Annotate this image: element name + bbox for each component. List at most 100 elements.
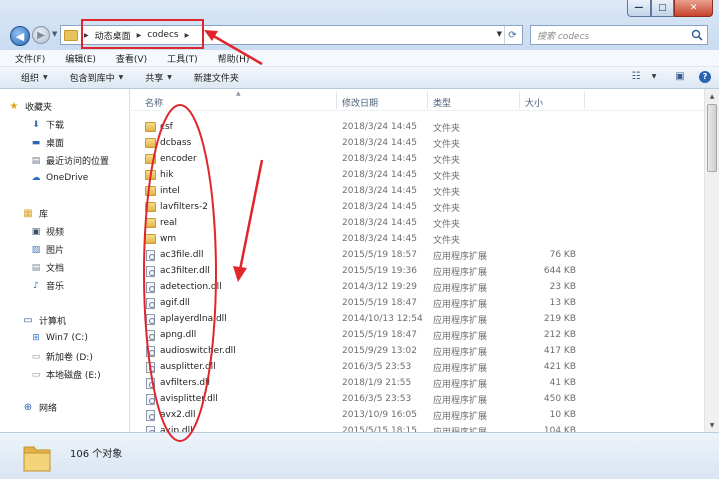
file-name-cell[interactable]: encoder [145,154,197,164]
table-row[interactable]: ac3file.dll 2015/5/19 18:57 应用程序扩展 76 KB [131,247,704,263]
recent-locations-button[interactable]: ▼ [52,30,57,38]
table-row[interactable]: agif.dll 2015/5/19 18:47 应用程序扩展 13 KB [131,295,704,311]
table-row[interactable]: audioswitcher.dll 2015/9/29 13:02 应用程序扩展 41… [131,343,704,359]
file-name-cell[interactable]: avfilters.dll [145,377,211,389]
nav-item-pictures[interactable]: ▨ 图片 [30,243,64,257]
nav-item-documents[interactable]: ▤ 文档 [30,261,64,275]
scroll-up-icon[interactable]: ▲ [705,89,719,103]
table-row[interactable]: apng.dll 2015/5/19 18:47 应用程序扩展 212 KB [131,327,704,343]
table-row[interactable]: real 2018/3/24 14:45 文件夹 [131,215,704,231]
nav-item-videos[interactable]: ▣ 视频 [30,225,65,239]
organize-button[interactable]: 组织 ▼ [21,71,48,84]
nav-item-drive-c[interactable]: ⊞ Win7 (C:) [30,332,88,343]
nav-item-drive-d[interactable]: ▭ 新加卷 (D:) [30,350,93,364]
file-date: 2018/3/24 14:45 [342,122,417,132]
chevron-down-icon: ▼ [167,74,172,81]
file-name-cell[interactable]: csf [145,122,173,132]
file-name-cell[interactable]: dcbass [145,138,191,148]
nav-item-label: 视频 [46,228,65,238]
file-size: 417 KB [543,346,576,356]
table-row[interactable]: adetection.dll 2014/3/12 19:29 应用程序扩展 23 KB [131,279,704,295]
view-options-icon[interactable]: ☷ [629,70,643,83]
file-name-cell[interactable]: ac3filter.dll [145,265,210,277]
forward-button[interactable]: ▶ [32,26,50,44]
scroll-down-icon[interactable]: ▼ [705,418,719,432]
menu-tools[interactable]: 工具(T) [154,52,205,65]
table-row[interactable]: csf 2018/3/24 14:45 文件夹 [131,119,704,135]
file-name-cell[interactable]: ac3file.dll [145,249,203,261]
search-input[interactable]: 搜索 codecs [530,25,708,45]
file-name-cell[interactable]: avx2.dll [145,409,195,421]
include-in-library-button[interactable]: 包含到库中 ▼ [70,71,124,84]
column-divider[interactable] [519,91,520,109]
folder-icon [145,138,156,148]
table-row[interactable]: aplayerdlna.dll 2014/10/13 12:54 应用程序扩展 219… [131,311,704,327]
file-name-cell[interactable]: apng.dll [145,329,196,341]
file-name-cell[interactable]: adetection.dll [145,281,222,293]
file-name-cell[interactable]: hik [145,170,173,180]
menu-help[interactable]: 帮助(H) [205,52,257,65]
file-name-cell[interactable]: ausplitter.dll [145,361,216,373]
menu-view[interactable]: 查看(V) [103,52,154,65]
vertical-scrollbar[interactable]: ▲ ▼ [704,89,719,432]
maximize-button[interactable]: □ [650,0,675,17]
nav-computer[interactable]: ▭ 计算机 [22,314,66,327]
nav-libraries[interactable]: ▦ 库 [22,207,48,220]
file-name-cell[interactable]: avisplitter.dll [145,393,218,405]
file-name: avfilters.dll [160,378,211,388]
file-name-cell[interactable]: agif.dll [145,297,190,309]
new-folder-button[interactable]: 新建文件夹 [194,71,239,84]
chevron-down-icon[interactable]: ▼ [647,70,661,83]
nav-network[interactable]: ⊕ 网络 [22,401,57,414]
column-header-type[interactable]: 类型 [433,96,451,109]
preview-pane-icon[interactable]: ▣ [673,70,687,83]
back-button[interactable]: ◀ [10,26,30,46]
file-name: real [160,218,178,228]
share-button[interactable]: 共享 ▼ [145,71,172,84]
minimize-button[interactable]: — [627,0,651,17]
table-row[interactable]: avfilters.dll 2018/1/9 21:55 应用程序扩展 41 KB [131,375,704,391]
column-divider[interactable] [336,91,337,109]
table-row[interactable]: avisplitter.dll 2016/3/5 23:53 应用程序扩展 450 K… [131,391,704,407]
table-row[interactable]: ac3filter.dll 2015/5/19 19:36 应用程序扩展 644 KB [131,263,704,279]
nav-item-music[interactable]: ♪ 音乐 [30,279,64,293]
table-row[interactable]: encoder 2018/3/24 14:45 文件夹 [131,151,704,167]
file-name-cell[interactable]: wm [145,234,176,244]
table-row[interactable]: intel 2018/3/24 14:45 文件夹 [131,183,704,199]
file-date: 2018/3/24 14:45 [342,138,417,148]
column-header-size[interactable]: 大小 [525,96,543,109]
dll-file-icon [146,249,155,261]
help-icon[interactable]: ? [699,70,711,83]
file-date: 2018/3/24 14:45 [342,186,417,196]
file-name-cell[interactable]: intel [145,186,180,196]
file-name-cell[interactable]: audioswitcher.dll [145,345,236,357]
column-divider[interactable] [427,91,428,109]
nav-item-downloads[interactable]: ⬇ 下载 [30,118,64,132]
file-name-cell[interactable]: lavfilters-2 [145,202,208,212]
table-row[interactable]: hik 2018/3/24 14:45 文件夹 [131,167,704,183]
nav-item-drive-e[interactable]: ▭ 本地磁盘 (E:) [30,368,101,382]
menu-edit[interactable]: 编辑(E) [52,52,103,65]
nav-item-onedrive[interactable]: ☁ OneDrive [30,172,89,183]
address-dropdown-icon[interactable]: ▼ [497,30,502,38]
dll-file-icon [146,281,155,293]
table-row[interactable]: ausplitter.dll 2016/3/5 23:53 应用程序扩展 421 KB [131,359,704,375]
scrollbar-thumb[interactable] [707,104,717,172]
table-row[interactable]: wm 2018/3/24 14:45 文件夹 [131,231,704,247]
refresh-icon[interactable]: ⟳ [504,26,520,44]
file-date: 2018/3/24 14:45 [342,218,417,228]
column-header-date[interactable]: 修改日期 [342,96,378,109]
table-row[interactable]: dcbass 2018/3/24 14:45 文件夹 [131,135,704,151]
nav-item-recent-places[interactable]: ▤ 最近访问的位置 [30,154,109,168]
close-button[interactable]: ✕ [674,0,713,17]
column-header-name[interactable]: 名称 [145,96,163,109]
table-row[interactable]: axip.dll2015/5/15 18:15应用程序扩展104 KB [131,423,704,432]
table-row[interactable]: lavfilters-2 2018/3/24 14:45 文件夹 [131,199,704,215]
nav-item-desktop[interactable]: ▬ 桌面 [30,136,64,150]
table-row[interactable]: avx2.dll 2013/10/9 16:05 应用程序扩展 10 KB [131,407,704,423]
file-name-cell[interactable]: aplayerdlna.dll [145,313,227,325]
file-name-cell[interactable]: real [145,218,177,228]
nav-favorites[interactable]: ★ 收藏夹 [8,100,53,113]
column-divider[interactable] [584,91,585,109]
menu-file[interactable]: 文件(F) [2,52,52,65]
